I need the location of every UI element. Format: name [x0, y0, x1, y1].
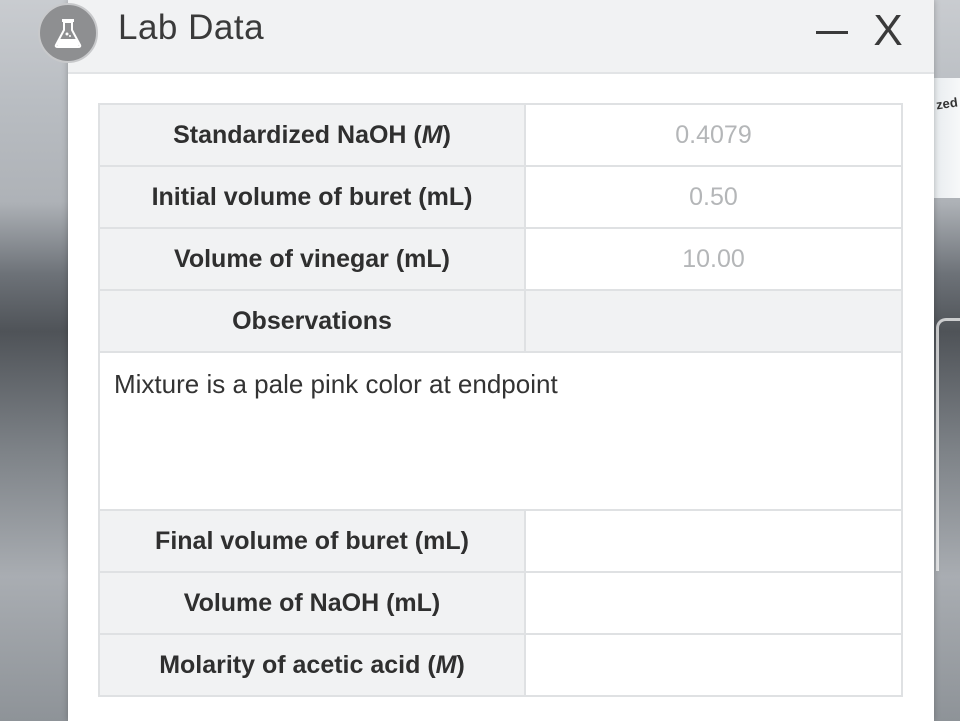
observations-header-value	[524, 289, 903, 353]
row-label-observations: Observations	[98, 289, 526, 353]
table-row: Observations	[98, 289, 903, 353]
initial-volume-value: 0.50	[524, 165, 903, 229]
lab-data-window: Lab Data X Standardized NaOH (M) 0.4079 …	[38, 0, 934, 721]
row-label-standardized-naoh: Standardized NaOH (M)	[98, 103, 526, 167]
row-label-volume-vinegar: Volume of vinegar (mL)	[98, 227, 526, 291]
background-beaker	[936, 318, 960, 571]
molarity-acetic-acid-input[interactable]	[524, 633, 903, 697]
close-button[interactable]: X	[868, 8, 908, 54]
table-row: Volume of NaOH (mL)	[98, 571, 903, 635]
observations-field[interactable]: Mixture is a pale pink color at endpoint	[98, 351, 903, 511]
minimize-button[interactable]	[812, 20, 852, 50]
row-label-final-volume: Final volume of buret (mL)	[98, 509, 526, 573]
table-row: Mixture is a pale pink color at endpoint	[98, 351, 903, 511]
volume-vinegar-value: 10.00	[524, 227, 903, 291]
flask-icon	[38, 3, 98, 63]
window-title: Lab Data	[118, 8, 265, 47]
bottle-label: zed	[935, 94, 959, 113]
row-label-volume-naoh: Volume of NaOH (mL)	[98, 571, 526, 635]
lab-data-table: Standardized NaOH (M) 0.4079 Initial vol…	[98, 103, 903, 697]
volume-naoh-input[interactable]	[524, 571, 903, 635]
table-row: Standardized NaOH (M) 0.4079	[98, 103, 903, 167]
table-row: Final volume of buret (mL)	[98, 509, 903, 573]
minimize-icon	[816, 31, 848, 34]
row-label-initial-volume: Initial volume of buret (mL)	[98, 165, 526, 229]
final-volume-input[interactable]	[524, 509, 903, 573]
standardized-naoh-value: 0.4079	[524, 103, 903, 167]
table-row: Volume of vinegar (mL) 10.00	[98, 227, 903, 291]
table-row: Molarity of acetic acid (M)	[98, 633, 903, 697]
table-row: Initial volume of buret (mL) 0.50	[98, 165, 903, 229]
row-label-molarity-acetic-acid: Molarity of acetic acid (M)	[98, 633, 526, 697]
window-titlebar[interactable]: Lab Data X	[38, 0, 934, 74]
